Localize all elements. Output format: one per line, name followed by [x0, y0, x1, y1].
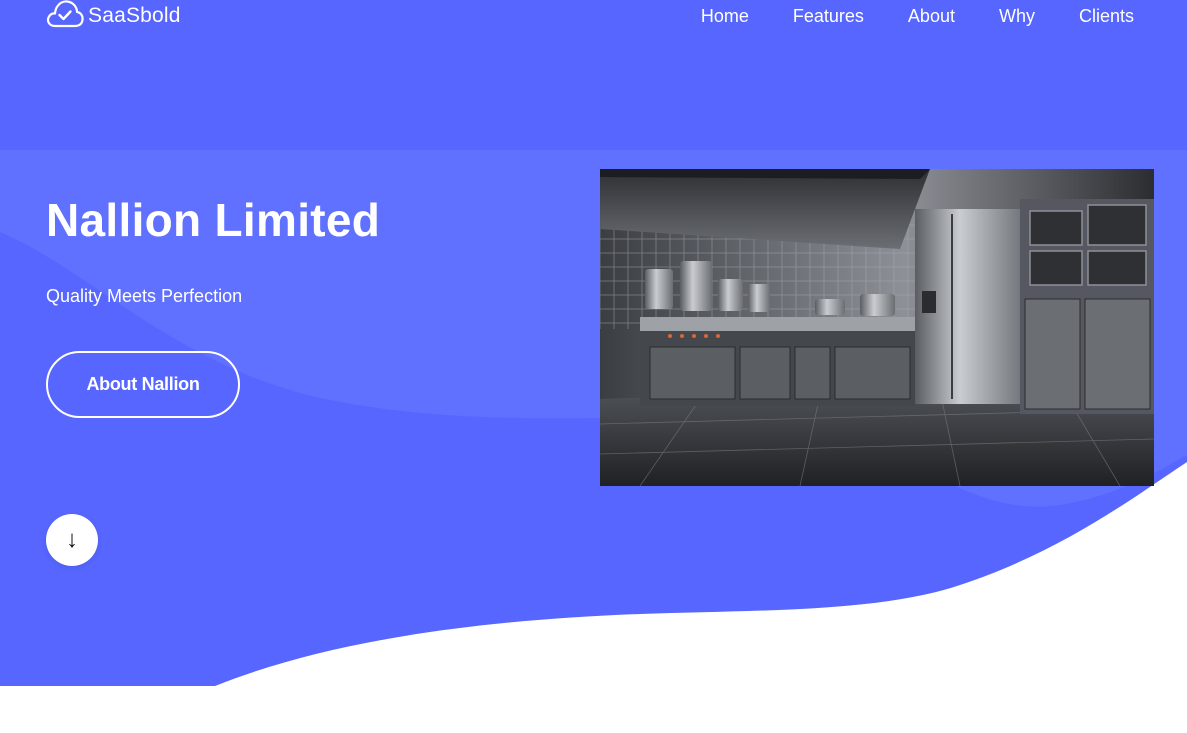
hero-subtitle: Quality Meets Perfection — [46, 286, 243, 306]
nav-home[interactable]: Home — [700, 4, 749, 28]
scroll-down-button[interactable]: ↓ — [46, 514, 98, 566]
brand-logo[interactable]: SaaSbold — [46, 0, 181, 34]
nav-features[interactable]: Features — [793, 4, 864, 28]
brand-name: SaaSbold — [88, 4, 181, 27]
about-button[interactable]: About Nallion — [46, 351, 240, 418]
commercial-kitchen-image — [600, 169, 1154, 486]
main-nav: Home Features About Why Clients — [700, 4, 1134, 28]
nav-clients[interactable]: Clients — [1079, 4, 1134, 28]
arrow-down-icon: ↓ — [66, 526, 78, 553]
hero-section: SaaSbold Home Features About Why Clients… — [0, 0, 1187, 733]
hero-title: Nallion Limited — [46, 194, 381, 246]
nav-why[interactable]: Why — [999, 4, 1035, 28]
cloud-check-icon — [46, 0, 84, 34]
nav-about[interactable]: About — [908, 4, 955, 28]
